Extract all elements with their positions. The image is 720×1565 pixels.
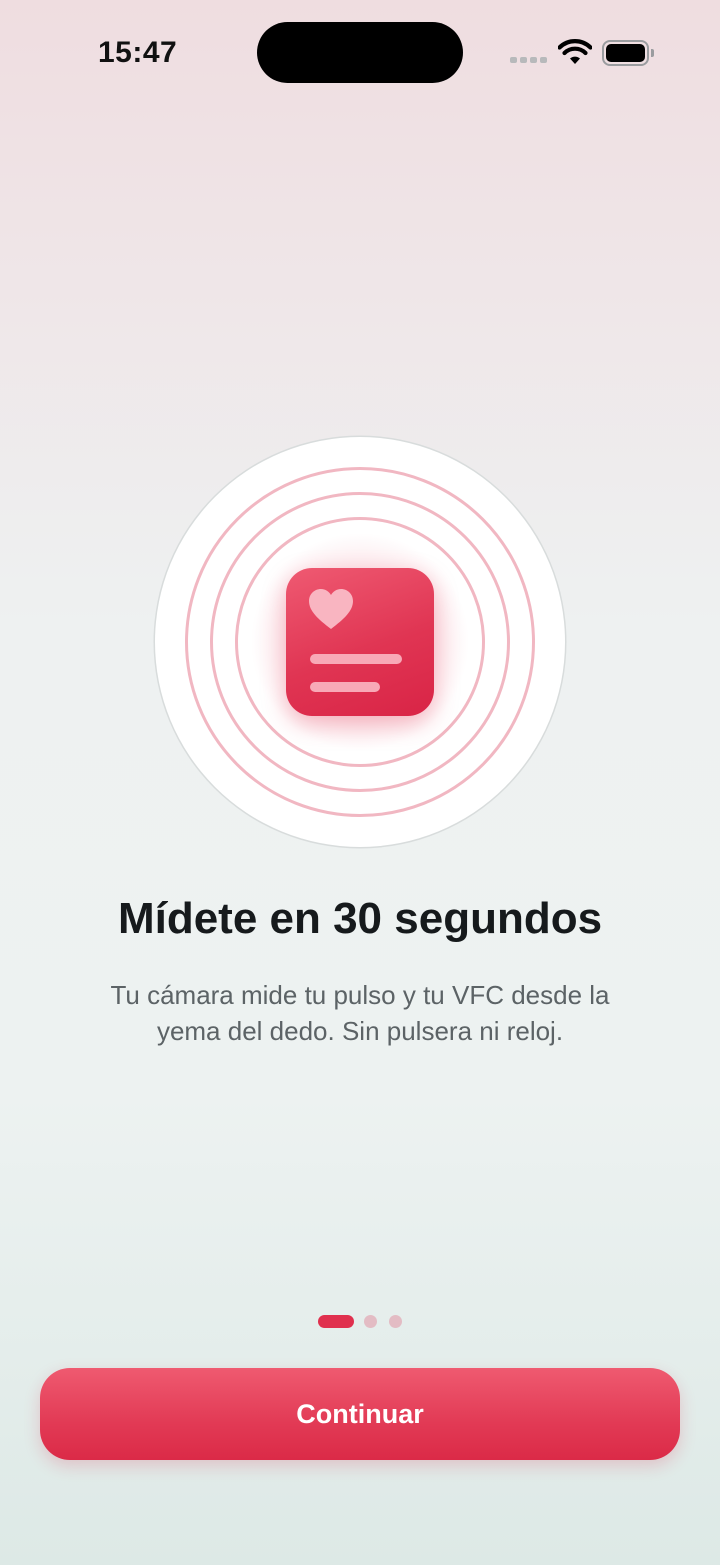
status-bar: 15:47	[0, 0, 720, 100]
battery-icon	[602, 40, 654, 66]
dynamic-island	[257, 22, 463, 83]
continue-button[interactable]: Continuar	[40, 1368, 680, 1460]
pulse-illustration	[155, 437, 565, 847]
cellular-signal-icon	[510, 57, 548, 65]
text-line	[310, 654, 402, 664]
text-line	[310, 682, 380, 692]
page-indicator	[318, 1315, 408, 1329]
wifi-icon	[558, 39, 592, 64]
onboarding-subtitle: Tu cámara mide tu pulso y tu VFC desde l…	[110, 980, 610, 1046]
status-time: 15:47	[98, 36, 178, 69]
heart-report-icon	[286, 568, 434, 716]
heart-icon	[309, 589, 353, 629]
onboarding-title: Mídete en 30 segundos	[117, 894, 603, 943]
page-dot[interactable]	[364, 1315, 377, 1328]
page-dot-active[interactable]	[318, 1315, 354, 1328]
page-dot[interactable]	[389, 1315, 402, 1328]
